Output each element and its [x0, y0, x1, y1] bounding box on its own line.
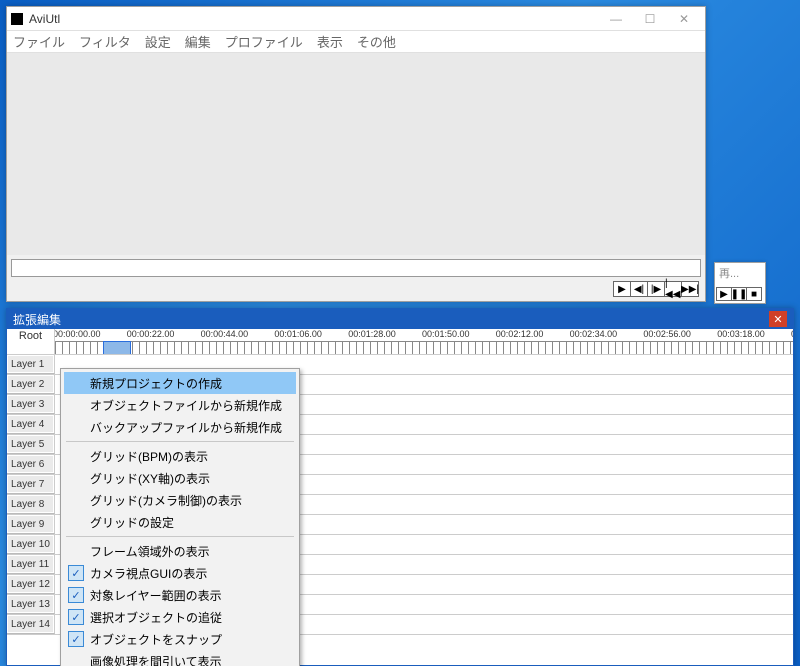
menu-separator	[66, 536, 294, 537]
layer-label[interactable]: Layer 12	[7, 575, 55, 594]
layer-label[interactable]: Layer 9	[7, 515, 55, 534]
menu-item[interactable]: グリッド(BPM)の表示	[64, 445, 296, 467]
layer-label[interactable]: Layer 6	[7, 455, 55, 474]
main-menubar: ファイル フィルタ 設定 編集 プロファイル 表示 その他	[7, 31, 705, 53]
menu-view[interactable]: 表示	[315, 30, 345, 53]
ext-ruler-header: Root 00:00:00.0000:00:22.0000:00:44.0000…	[7, 329, 793, 355]
menu-item-label: 画像処理を間引いて表示	[90, 653, 222, 666]
step-back-button[interactable]: ◀|	[630, 281, 648, 297]
layer-label[interactable]: Layer 2	[7, 375, 55, 394]
menu-item-label: バックアップファイルから新規作成	[90, 419, 282, 436]
pw-pause-button[interactable]: ❚❚	[731, 287, 747, 301]
layer-label[interactable]: Layer 10	[7, 535, 55, 554]
ruler-label: 00:01:28.00	[348, 329, 396, 339]
maximize-button[interactable]: ☐	[633, 8, 667, 30]
check-icon: ✓	[68, 609, 84, 625]
menu-item[interactable]: グリッド(カメラ制御)の表示	[64, 489, 296, 511]
ruler-label: 00:00:44.00	[201, 329, 249, 339]
close-button[interactable]: ✕	[667, 8, 701, 30]
menu-item-label: オブジェクトをスナップ	[90, 631, 222, 648]
ruler-label: 00:03:18.00	[717, 329, 765, 339]
ruler-label: 00:03:40.00	[791, 329, 793, 339]
ruler-label: 00:00:22.00	[127, 329, 175, 339]
layer-label[interactable]: Layer 13	[7, 595, 55, 614]
layer-label[interactable]: Layer 11	[7, 555, 55, 574]
layer-label[interactable]: Layer 4	[7, 415, 55, 434]
menu-item-label: 新規プロジェクトの作成	[90, 375, 222, 392]
pw-play-button[interactable]: ▶	[716, 287, 732, 301]
check-icon: ✓	[68, 587, 84, 603]
ext-title: 拡張編集	[13, 311, 61, 328]
menu-item[interactable]: フレーム領域外の表示	[64, 540, 296, 562]
minimize-button[interactable]: —	[599, 8, 633, 30]
menu-item[interactable]: ✓ 選択オブジェクトの追従	[64, 606, 296, 628]
pw-stop-button[interactable]: ■	[746, 287, 762, 301]
menu-item-label: グリッド(XY軸)の表示	[90, 470, 210, 487]
menu-separator	[66, 441, 294, 442]
menu-item-label: オブジェクトファイルから新規作成	[90, 397, 282, 414]
menu-file[interactable]: ファイル	[11, 30, 67, 53]
check-icon: ✓	[68, 631, 84, 647]
menu-item-label: グリッド(カメラ制御)の表示	[90, 492, 242, 509]
play-button[interactable]: ▶	[613, 281, 631, 297]
transport-controls: ▶ ◀| |▶ |◀◀ ▶▶|	[7, 281, 705, 301]
menu-item-label: グリッドの設定	[90, 514, 174, 531]
step-forward-button[interactable]: |▶	[647, 281, 665, 297]
playback-window: 再... ▶ ❚❚ ■	[714, 262, 766, 304]
ruler-selection[interactable]	[103, 341, 131, 354]
ruler-label: 00:02:34.00	[570, 329, 618, 339]
layer-label[interactable]: Layer 1	[7, 355, 55, 374]
menu-settings[interactable]: 設定	[143, 30, 173, 53]
menu-item[interactable]: ✓ オブジェクトをスナップ	[64, 628, 296, 650]
app-title: AviUtl	[29, 12, 60, 26]
menu-item-label: グリッド(BPM)の表示	[90, 448, 208, 465]
layer-label[interactable]: Layer 3	[7, 395, 55, 414]
skip-start-button[interactable]: |◀◀	[664, 281, 682, 297]
menu-item[interactable]: バックアップファイルから新規作成	[64, 416, 296, 438]
layer-label[interactable]: Layer 14	[7, 615, 55, 634]
seek-bar[interactable]	[11, 259, 701, 277]
layer-label[interactable]: Layer 5	[7, 435, 55, 454]
menu-item-label: フレーム領域外の表示	[90, 543, 210, 560]
menu-item[interactable]: ✓ 対象レイヤー範囲の表示	[64, 584, 296, 606]
menu-item[interactable]: グリッドの設定	[64, 511, 296, 533]
menu-item[interactable]: グリッド(XY軸)の表示	[64, 467, 296, 489]
menu-other[interactable]: その他	[355, 30, 398, 53]
menu-edit[interactable]: 編集	[183, 30, 213, 53]
menu-item[interactable]: ✓ カメラ視点GUIの表示	[64, 562, 296, 584]
context-menu: 新規プロジェクトの作成オブジェクトファイルから新規作成バックアップファイルから新…	[60, 368, 300, 666]
playback-title: 再...	[715, 263, 765, 285]
menu-profile[interactable]: プロファイル	[223, 30, 305, 53]
main-window: AviUtl — ☐ ✕ ファイル フィルタ 設定 編集 プロファイル 表示 そ…	[6, 6, 706, 302]
main-titlebar[interactable]: AviUtl — ☐ ✕	[7, 7, 705, 31]
preview-area	[7, 53, 705, 255]
menu-filter[interactable]: フィルタ	[77, 30, 133, 53]
skip-end-button[interactable]: ▶▶|	[681, 281, 699, 297]
menu-item-label: 対象レイヤー範囲の表示	[90, 587, 222, 604]
menu-item[interactable]: 新規プロジェクトの作成	[64, 372, 296, 394]
time-ruler[interactable]: 00:00:00.00 00:00:22.00 00:00:44.00 00:01:0…	[55, 329, 793, 354]
app-icon	[11, 13, 23, 25]
ruler-label: 00:00:00.00	[55, 329, 101, 339]
layer-label[interactable]: Layer 8	[7, 495, 55, 514]
menu-item-label: 選択オブジェクトの追従	[90, 609, 222, 626]
menu-item-label: カメラ視点GUIの表示	[90, 565, 207, 582]
ruler-label: 00:02:56.00	[643, 329, 691, 339]
ruler-label: 00:01:06.00	[274, 329, 322, 339]
ruler-label: 00:02:12.00	[496, 329, 544, 339]
ext-titlebar[interactable]: 拡張編集 ✕	[7, 309, 793, 329]
check-icon: ✓	[68, 565, 84, 581]
ruler-label: 00:01:50.00	[422, 329, 470, 339]
layer-label[interactable]: Layer 7	[7, 475, 55, 494]
menu-item[interactable]: 画像処理を間引いて表示	[64, 650, 296, 666]
menu-item[interactable]: オブジェクトファイルから新規作成	[64, 394, 296, 416]
root-cell[interactable]: Root	[7, 329, 55, 354]
ext-close-button[interactable]: ✕	[769, 311, 787, 327]
